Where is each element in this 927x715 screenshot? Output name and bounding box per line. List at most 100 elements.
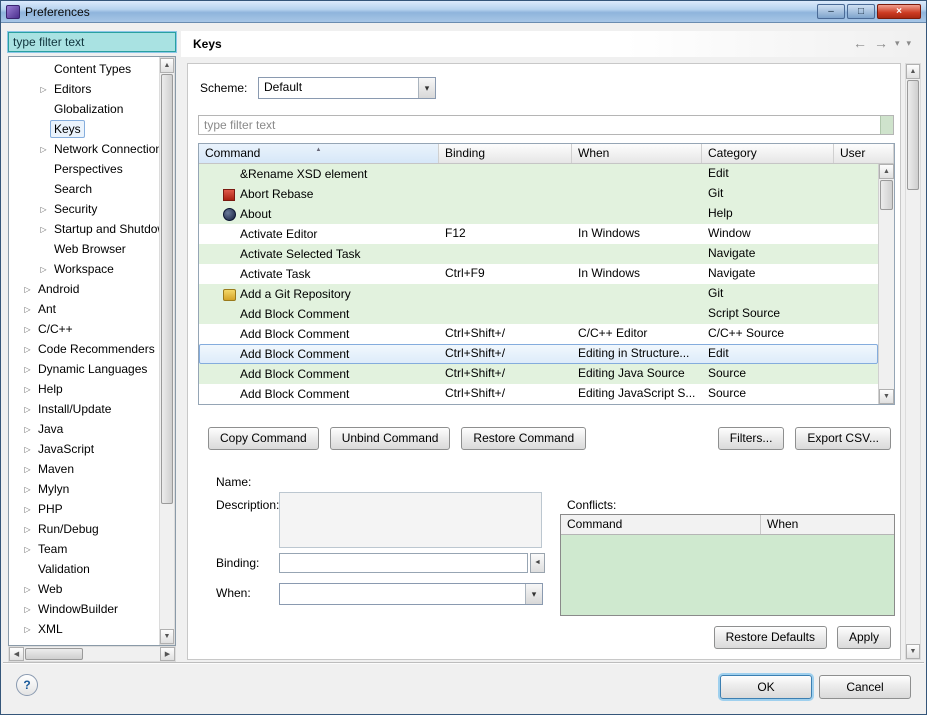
sidebar-item-keys[interactable]: Keys [9, 119, 159, 139]
scroll-up-icon[interactable]: ▲ [906, 64, 920, 79]
column-header-binding[interactable]: Binding [439, 144, 572, 163]
forward-arrow-icon[interactable]: → [874, 35, 888, 51]
copy-command-button[interactable]: Copy Command [208, 427, 319, 450]
scroll-up-icon[interactable]: ▲ [879, 164, 894, 179]
sidebar-item-network-connections[interactable]: ▷Network Connections [9, 139, 159, 159]
help-button[interactable]: ? [16, 674, 38, 696]
sidebar-item-mylyn[interactable]: ▷Mylyn [9, 479, 159, 499]
sidebar-item-php[interactable]: ▷PHP [9, 499, 159, 519]
chevron-right-icon[interactable]: ▷ [21, 545, 34, 554]
tree-vertical-scrollbar[interactable]: ▲ ▼ [159, 57, 175, 645]
table-row[interactable]: Activate TaskCtrl+F9In WindowsNavigate [199, 264, 878, 284]
chevron-right-icon[interactable]: ▷ [21, 285, 34, 294]
sidebar-item-globalization[interactable]: Globalization [9, 99, 159, 119]
column-header-command[interactable]: ▲ Command [199, 144, 439, 163]
maximize-button[interactable]: □ [847, 4, 875, 19]
chevron-right-icon[interactable]: ▷ [21, 425, 34, 434]
close-button[interactable]: × [877, 4, 921, 19]
table-row[interactable]: Activate EditorF12In WindowsWindow [199, 224, 878, 244]
chevron-right-icon[interactable]: ▷ [21, 445, 34, 454]
chevron-right-icon[interactable]: ▷ [21, 385, 34, 394]
chevron-right-icon[interactable]: ▷ [21, 485, 34, 494]
filters-button[interactable]: Filters... [718, 427, 785, 450]
ok-button[interactable]: OK [720, 675, 812, 699]
sidebar-item-startup-and-shutdown[interactable]: ▷Startup and Shutdown [9, 219, 159, 239]
sidebar-filter-input[interactable] [8, 32, 176, 52]
sidebar-item-run-debug[interactable]: ▷Run/Debug [9, 519, 159, 539]
chevron-down-icon[interactable]: ▾ [525, 584, 542, 604]
sidebar-item-security[interactable]: ▷Security [9, 199, 159, 219]
keys-filter-input[interactable] [198, 115, 894, 135]
chevron-right-icon[interactable]: ▷ [37, 145, 50, 154]
conflicts-column-command[interactable]: Command [561, 515, 761, 534]
titlebar[interactable]: Preferences – □ × [1, 1, 926, 23]
sidebar-item-android[interactable]: ▷Android [9, 279, 159, 299]
table-row[interactable]: Activate Selected TaskNavigate [199, 244, 878, 264]
chevron-right-icon[interactable]: ▷ [21, 625, 34, 634]
when-dropdown[interactable]: ▾ [279, 583, 543, 605]
back-arrow-icon[interactable]: ← [853, 35, 867, 51]
table-row[interactable]: Abort RebaseGit [199, 184, 878, 204]
chevron-right-icon[interactable]: ▷ [21, 525, 34, 534]
chevron-right-icon[interactable]: ▷ [21, 465, 34, 474]
sidebar-item-install-update[interactable]: ▷Install/Update [9, 399, 159, 419]
binding-input[interactable] [279, 553, 528, 573]
chevron-right-icon[interactable]: ▷ [21, 585, 34, 594]
view-menu-icon[interactable]: ▾ [906, 38, 911, 49]
scrollbar-thumb[interactable] [161, 74, 173, 504]
scrollbar-thumb[interactable] [880, 180, 893, 210]
sidebar-item-editors[interactable]: ▷Editors [9, 79, 159, 99]
scheme-dropdown[interactable]: Default ▾ [258, 77, 436, 99]
page-vertical-scrollbar[interactable]: ▲ ▼ [905, 63, 921, 660]
sidebar-item-java[interactable]: ▷Java [9, 419, 159, 439]
restore-defaults-button[interactable]: Restore Defaults [714, 626, 827, 649]
apply-button[interactable]: Apply [837, 626, 891, 649]
scrollbar-thumb[interactable] [25, 648, 83, 660]
chevron-right-icon[interactable]: ▷ [21, 325, 34, 334]
scroll-right-icon[interactable]: ▶ [160, 647, 175, 661]
sidebar-item-help[interactable]: ▷Help [9, 379, 159, 399]
sidebar-item-validation[interactable]: Validation [9, 559, 159, 579]
table-row[interactable]: AboutHelp [199, 204, 878, 224]
table-row[interactable]: Add Block CommentCtrl+Shift+/Editing Jav… [199, 364, 878, 384]
chevron-right-icon[interactable]: ▷ [37, 205, 50, 214]
column-header-when[interactable]: When [572, 144, 702, 163]
sidebar-item-dynamic-languages[interactable]: ▷Dynamic Languages [9, 359, 159, 379]
binding-assist-icon[interactable]: ◄ [530, 553, 545, 573]
scroll-down-icon[interactable]: ▼ [160, 629, 174, 644]
chevron-right-icon[interactable]: ▷ [21, 305, 34, 314]
sidebar-item-workspace[interactable]: ▷Workspace [9, 259, 159, 279]
table-row[interactable]: Add Block CommentScript Source [199, 304, 878, 324]
chevron-right-icon[interactable]: ▷ [21, 345, 34, 354]
chevron-right-icon[interactable]: ▷ [21, 365, 34, 374]
conflicts-column-when[interactable]: When [761, 515, 894, 534]
sidebar-item-team[interactable]: ▷Team [9, 539, 159, 559]
table-row[interactable]: &Rename XSD elementEdit [199, 164, 878, 184]
sidebar-item-xml[interactable]: ▷XML [9, 619, 159, 639]
export-csv-button[interactable]: Export CSV... [795, 427, 891, 450]
chevron-right-icon[interactable]: ▷ [37, 85, 50, 94]
scroll-up-icon[interactable]: ▲ [160, 58, 174, 73]
tree-horizontal-scrollbar[interactable]: ◀ ▶ [8, 646, 176, 662]
restore-command-button[interactable]: Restore Command [461, 427, 586, 450]
sidebar-item-perspectives[interactable]: Perspectives [9, 159, 159, 179]
scroll-down-icon[interactable]: ▼ [906, 644, 920, 659]
chevron-down-icon[interactable]: ▾ [418, 78, 435, 98]
sidebar-item-ant[interactable]: ▷Ant [9, 299, 159, 319]
chevron-right-icon[interactable]: ▷ [37, 225, 50, 234]
sidebar-item-web-browser[interactable]: Web Browser [9, 239, 159, 259]
chevron-right-icon[interactable]: ▷ [21, 405, 34, 414]
sidebar-item-windowbuilder[interactable]: ▷WindowBuilder [9, 599, 159, 619]
chevron-right-icon[interactable]: ▷ [21, 505, 34, 514]
table-row[interactable]: Add a Git RepositoryGit [199, 284, 878, 304]
sidebar-item-search[interactable]: Search [9, 179, 159, 199]
column-header-user[interactable]: User [834, 144, 894, 163]
sidebar-item-c-c-[interactable]: ▷C/C++ [9, 319, 159, 339]
sidebar-item-javascript[interactable]: ▷JavaScript [9, 439, 159, 459]
column-header-category[interactable]: Category [702, 144, 834, 163]
table-row[interactable]: Add Block CommentCtrl+Shift+/Editing Jav… [199, 384, 878, 404]
table-row[interactable]: Add Block CommentCtrl+Shift+/Editing in … [199, 344, 878, 364]
table-vertical-scrollbar[interactable]: ▲ ▼ [878, 164, 894, 404]
table-row[interactable]: Add Block CommentCtrl+Shift+/C/C++ Edito… [199, 324, 878, 344]
scroll-left-icon[interactable]: ◀ [9, 647, 24, 661]
